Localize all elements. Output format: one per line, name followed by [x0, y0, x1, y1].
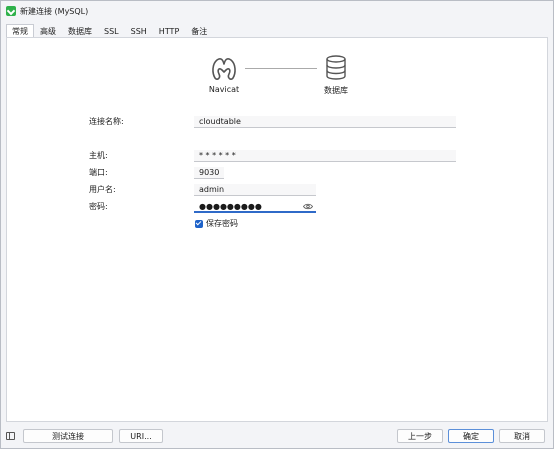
navicat-app-icon [6, 6, 16, 16]
title-bar: 新建连接 (MySQL) [1, 1, 553, 21]
username-input[interactable]: admin [194, 184, 316, 196]
ok-button[interactable]: 确定 [448, 429, 494, 443]
cancel-button[interactable]: 取消 [499, 429, 545, 443]
window-title: 新建连接 (MySQL) [20, 6, 89, 16]
connection-diagram: Navicat 数据库 [207, 54, 357, 99]
eye-icon[interactable] [303, 203, 313, 210]
uri-button[interactable]: URI... [119, 429, 163, 443]
connector-line [245, 68, 317, 69]
connection-name-label: 连接名称: [89, 117, 124, 126]
tab-general[interactable]: 常规 [6, 24, 34, 37]
connection-name-input[interactable]: cloudtable [194, 116, 456, 128]
test-connection-button[interactable]: 测试连接 [23, 429, 113, 443]
new-connection-dialog: 新建连接 (MySQL) 常规 高级 数据库 SSL SSH HTTP 备注 N… [0, 0, 554, 449]
navicat-logo-icon [212, 58, 236, 80]
dialog-footer: 测试连接 URI... 上一步 确定 取消 [1, 423, 553, 448]
database-icon [326, 55, 346, 80]
previous-button[interactable]: 上一步 [397, 429, 443, 443]
tab-databases[interactable]: 数据库 [62, 24, 98, 37]
client-label: Navicat [208, 85, 240, 94]
save-password-label[interactable]: 保存密码 [206, 218, 238, 230]
username-label: 用户名: [89, 185, 116, 194]
tab-http[interactable]: HTTP [153, 24, 185, 37]
tab-advanced[interactable]: 高级 [34, 24, 62, 37]
server-label: 数据库 [324, 86, 348, 95]
password-field[interactable]: ●●●●●●●●● [194, 201, 316, 213]
sidebar-toggle-icon[interactable] [6, 432, 15, 440]
host-input[interactable]: * * * * * * [194, 150, 456, 162]
password-label: 密码: [89, 202, 108, 211]
general-panel: Navicat 数据库 连接名称: cloudtable 主机: * * * *… [6, 37, 548, 422]
tab-ssl[interactable]: SSL [98, 24, 125, 37]
port-label: 端口: [89, 168, 108, 177]
host-label: 主机: [89, 151, 108, 160]
password-input[interactable]: ●●●●●●●●● [199, 202, 262, 211]
tab-ssh[interactable]: SSH [125, 24, 153, 37]
tab-bar: 常规 高级 数据库 SSL SSH HTTP 备注 [1, 22, 553, 37]
port-input[interactable]: 9030 [194, 167, 224, 179]
save-password-checkbox[interactable] [195, 220, 203, 228]
tab-notes[interactable]: 备注 [185, 24, 213, 37]
